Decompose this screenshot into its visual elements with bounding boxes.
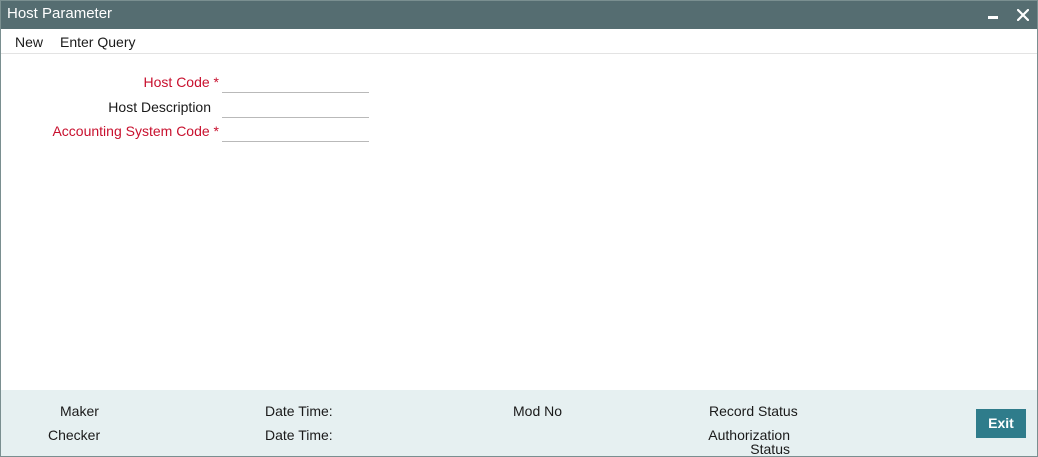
checker-label: Checker	[48, 427, 101, 443]
audit-footer: Maker Checker Date Time: Date Time: Mod …	[1, 390, 1037, 456]
close-button[interactable]	[1013, 5, 1033, 25]
menu-enter-query[interactable]: Enter Query	[60, 34, 135, 50]
host-code-input[interactable]	[222, 71, 369, 93]
close-icon	[1017, 9, 1029, 21]
title-bar: Host Parameter	[1, 1, 1037, 29]
minimize-icon	[988, 16, 998, 19]
accounting-system-code-row: Accounting System Code *	[1, 120, 401, 144]
menu-bar: New Enter Query	[1, 29, 1037, 54]
checker-datetime-label: Date Time:	[265, 427, 333, 443]
host-code-label: Host Code *	[143, 74, 219, 90]
exit-button[interactable]: Exit	[976, 409, 1026, 438]
host-code-row: Host Code *	[1, 71, 401, 95]
host-description-label: Host Description	[108, 99, 211, 115]
record-status-label: Record Status	[709, 403, 798, 419]
host-description-input[interactable]	[222, 96, 369, 118]
host-parameter-window: Host Parameter New Enter Query Host Code…	[0, 0, 1038, 457]
maker-datetime-label: Date Time:	[265, 403, 333, 419]
host-description-row: Host Description	[1, 96, 401, 120]
minimize-button[interactable]	[983, 5, 1003, 25]
menu-new[interactable]: New	[15, 34, 43, 50]
window-title: Host Parameter	[7, 5, 113, 22]
maker-label: Maker	[60, 403, 99, 419]
mod-no-label: Mod No	[513, 403, 563, 419]
accounting-system-code-label: Accounting System Code *	[52, 123, 219, 139]
authorization-status-label: Authorization Status	[708, 427, 790, 457]
accounting-system-code-input[interactable]	[222, 120, 369, 142]
